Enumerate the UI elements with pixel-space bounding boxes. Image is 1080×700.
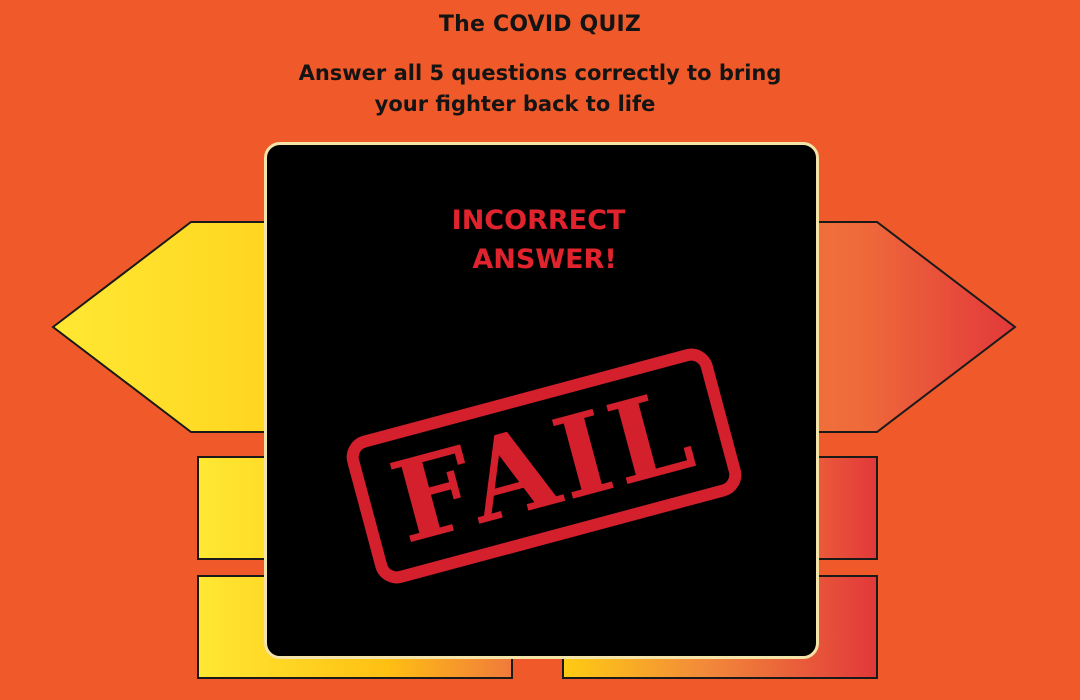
result-modal[interactable]: INCORRECT ANSWER! FAIL [264, 142, 819, 659]
quiz-instructions: Answer all 5 questions correctly to brin… [270, 58, 810, 120]
fail-stamp-text: FAIL [378, 363, 710, 569]
fail-stamp: FAIL [341, 343, 747, 589]
incorrect-answer-line-1: INCORRECT [451, 205, 626, 236]
quiz-title: The COVID QUIZ [438, 12, 642, 37]
incorrect-answer-message: INCORRECT ANSWER! [267, 201, 816, 279]
quiz-instructions-line-2: your fighter back to life [374, 92, 656, 116]
quiz-screen: The COVID QUIZ Answer all 5 questions co… [0, 0, 1080, 700]
quiz-instructions-line-1: Answer all 5 questions correctly to brin… [298, 61, 782, 85]
incorrect-answer-line-2: ANSWER! [472, 244, 617, 275]
